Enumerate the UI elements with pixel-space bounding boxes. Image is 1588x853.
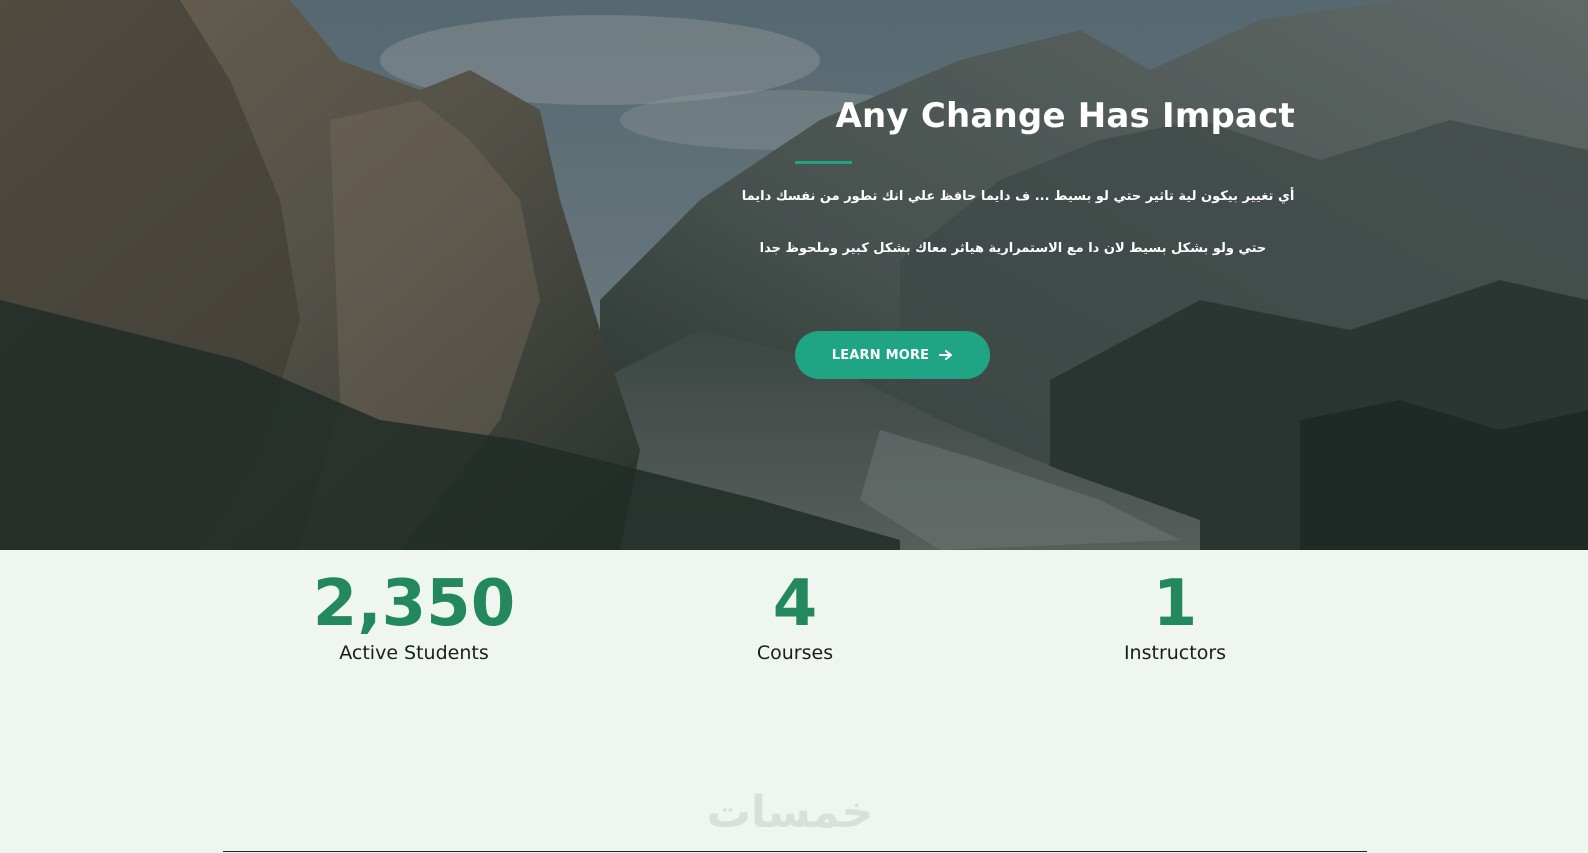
stat-label: Active Students [339,642,489,664]
hero-title: Any Change Has Impact [835,96,1295,136]
hero-description-line-1: أي تغيير بيكون لية تاثير حتي لو بسيط ...… [741,189,1295,204]
stat-value: 4 [772,567,818,641]
stat-value: 1 [1152,567,1198,641]
stat-label: Courses [756,642,834,664]
hero-description-line-2: حتي ولو بشكل بسيط لان دا مع الاستمرارية … [759,241,1267,256]
learn-more-button[interactable]: LEARN MORE [795,331,990,379]
hero-section: Any Change Has Impact أي تغيير بيكون لية… [0,0,1588,550]
landing-page: Any Change Has Impact أي تغيير بيكون لية… [0,0,1588,853]
arrow-right-icon [939,350,953,360]
stat-active-students: 2,350 Active Students [224,568,604,664]
khamsat-watermark: خمسات [706,787,874,838]
hero-accent-divider [795,161,852,164]
hero-dark-overlay [0,0,1588,550]
learn-more-label: LEARN MORE [831,347,930,363]
footer-divider [223,851,1367,852]
stat-value: 2,350 [312,567,516,641]
stat-courses: 4 Courses [605,568,985,664]
stat-instructors: 1 Instructors [985,568,1365,664]
stat-label: Instructors [1123,642,1227,664]
stats-section: 2,350 Active Students 4 Courses 1 Instru… [0,550,1588,853]
